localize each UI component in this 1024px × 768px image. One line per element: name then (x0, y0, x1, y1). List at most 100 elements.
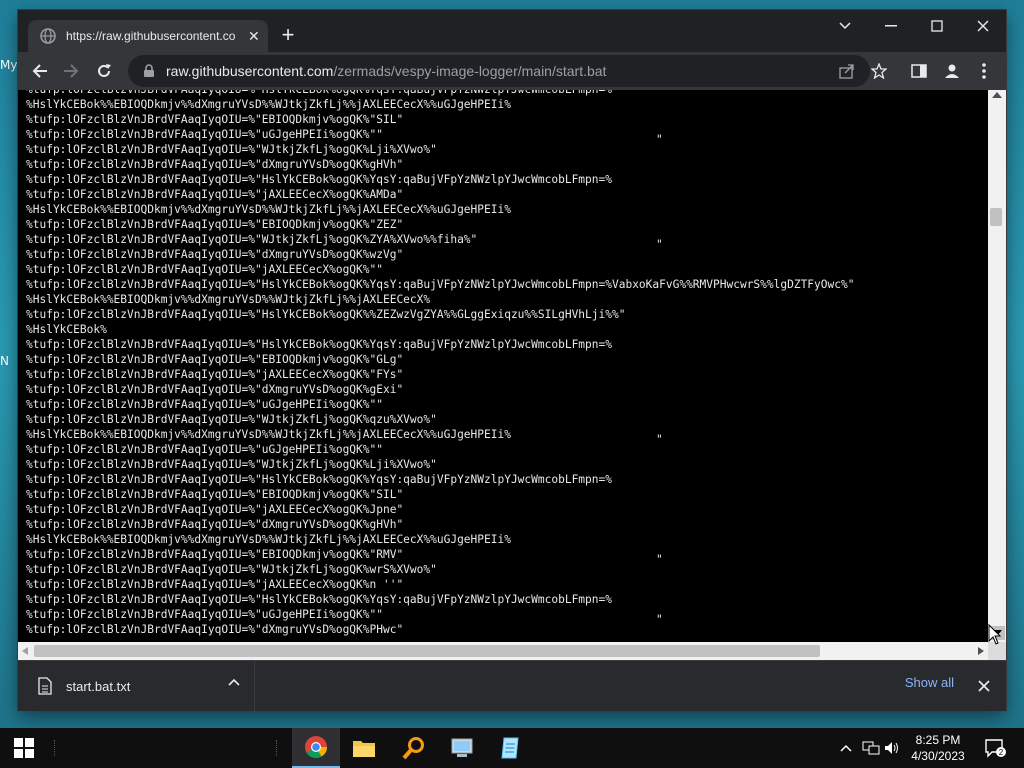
scroll-right-arrow-icon[interactable] (978, 647, 984, 655)
clock-date: 4/30/2023 (911, 749, 965, 763)
maximize-icon (931, 20, 943, 32)
code-line: %tufp:lOFzclBlzVnJBrdVFAaqIyqOIU=%"dXmgr… (26, 623, 404, 636)
close-window-button[interactable] (960, 10, 1006, 42)
title-bar: https://raw.githubusercontent.co ✕ + (18, 10, 1006, 52)
browser-tab[interactable]: https://raw.githubusercontent.co ✕ (28, 20, 268, 52)
address-bar[interactable]: raw.githubusercontent.com/zermads/vespy-… (128, 55, 870, 87)
code-line: %tufp:lOFzclBlzVnJBrdVFAaqIyqOIU=%"HslYk… (26, 473, 612, 486)
show-hidden-icons-button[interactable] (836, 728, 856, 768)
file-icon (38, 677, 52, 695)
action-center-button[interactable]: 2 (978, 728, 1012, 768)
code-line: %tufp:lOFzclBlzVnJBrdVFAaqIyqOIU=%"uGJge… (26, 443, 383, 456)
maximize-button[interactable] (914, 10, 960, 42)
chevron-up-icon[interactable] (228, 678, 240, 686)
notepad-icon (501, 737, 519, 759)
notification-count: 2 (999, 748, 1004, 757)
lock-icon[interactable] (142, 64, 156, 78)
globe-icon (40, 28, 56, 44)
stray-quote: " (656, 613, 663, 626)
download-filename: start.bat.txt (66, 678, 131, 694)
code-line: %tufp:lOFzclBlzVnJBrdVFAaqIyqOIU=%"WJtkj… (26, 413, 437, 426)
vertical-scroll-thumb[interactable] (990, 208, 1002, 226)
url-host: raw.githubusercontent.com (166, 63, 334, 79)
scroll-left-arrow-icon[interactable] (22, 647, 28, 655)
code-line: %HslYkCEBok%%EBIOQDkmjv%%dXmgruYVsD%%WJt… (26, 293, 431, 306)
tab-search-button[interactable] (822, 10, 868, 42)
code-line: %tufp:lOFzclBlzVnJBrdVFAaqIyqOIU=%"WJtkj… (26, 233, 478, 246)
horizontal-scroll-thumb[interactable] (34, 645, 820, 657)
code-line: %tufp:lOFzclBlzVnJBrdVFAaqIyqOIU=%"jAXLE… (26, 578, 404, 591)
chrome-icon (305, 736, 327, 758)
close-icon (978, 680, 990, 692)
clock-time: 8:25 PM (915, 733, 961, 747)
close-download-bar-button[interactable] (974, 676, 994, 696)
new-tab-button[interactable]: + (276, 22, 300, 48)
desktop-icon-label: My (0, 58, 18, 72)
code-line: %tufp:lOFzclBlzVnJBrdVFAaqIyqOIU=%"EBIOQ… (26, 353, 404, 366)
tab-close-icon[interactable]: ✕ (248, 28, 260, 45)
back-button[interactable] (27, 58, 53, 84)
profile-icon (945, 64, 959, 78)
code-line: %tufp:lOFzclBlzVnJBrdVFAaqIyqOIU=%"dXmgr… (26, 158, 404, 171)
code-line: %tufp:lOFzclBlzVnJBrdVFAaqIyqOIU=%"HslYk… (26, 593, 612, 606)
code-line: %tufp:lOFzclBlzVnJBrdVFAaqIyqOIU=%"EBIOQ… (26, 548, 404, 561)
browser-window: https://raw.githubusercontent.co ✕ + raw… (18, 10, 1006, 711)
code-line: %tufp:lOFzclBlzVnJBrdVFAaqIyqOIU=%"uGJge… (26, 608, 383, 621)
code-line: %tufp:lOFzclBlzVnJBrdVFAaqIyqOIU=%"dXmgr… (26, 518, 404, 531)
code-line: %tufp:lOFzclBlzVnJBrdVFAaqIyqOIU=%"uGJge… (26, 128, 383, 141)
taskbar-computer[interactable] (438, 728, 486, 768)
code-line: %tufp:lOFzclBlzVnJBrdVFAaqIyqOIU=%"jAXLE… (26, 263, 383, 276)
code-line: %HslYkCEBok% (26, 323, 107, 336)
code-line: %tufp:lOFzclBlzVnJBrdVFAaqIyqOIU=%"HslYk… (26, 338, 612, 351)
network-icon (862, 741, 880, 755)
minimize-icon (885, 25, 897, 27)
kebab-menu-icon (982, 63, 986, 79)
computer-icon (451, 738, 473, 757)
mouse-cursor-icon (988, 624, 1002, 645)
reload-button[interactable] (91, 58, 117, 84)
download-bar: start.bat.txt Show all (18, 660, 1006, 711)
download-item[interactable]: start.bat.txt (18, 661, 255, 711)
star-icon (871, 63, 887, 79)
taskbar-separator (276, 740, 279, 756)
code-line: %tufp:lOFzclBlzVnJBrdVFAaqIyqOIU=%"HslYk… (26, 278, 855, 291)
windows-start-icon[interactable] (14, 738, 34, 758)
close-icon (977, 20, 989, 32)
code-line: %tufp:lOFzclBlzVnJBrdVFAaqIyqOIU=%"HslYk… (26, 90, 612, 96)
profile-button[interactable] (943, 62, 961, 80)
network-button[interactable] (860, 728, 882, 768)
system-clock[interactable]: 8:25 PM 4/30/2023 (902, 732, 974, 764)
taskbar-chrome[interactable] (292, 728, 340, 768)
vertical-scrollbar[interactable] (988, 90, 1006, 642)
taskbar-search-tool[interactable] (390, 728, 438, 768)
code-line: %tufp:lOFzclBlzVnJBrdVFAaqIyqOIU=%"dXmgr… (26, 383, 404, 396)
scroll-up-arrow-icon[interactable] (992, 92, 1002, 98)
share-button[interactable] (838, 62, 856, 80)
forward-button[interactable] (58, 58, 84, 84)
notification-icon: 2 (985, 739, 1006, 758)
menu-button[interactable] (975, 62, 993, 80)
chevron-down-icon (839, 22, 851, 30)
code-line: %tufp:lOFzclBlzVnJBrdVFAaqIyqOIU=%"WJtkj… (26, 563, 437, 576)
stray-quote: " (656, 433, 663, 446)
horizontal-scrollbar[interactable] (18, 642, 988, 660)
code-line: %tufp:lOFzclBlzVnJBrdVFAaqIyqOIU=%"jAXLE… (26, 188, 404, 201)
back-arrow-icon (32, 64, 47, 78)
bookmark-button[interactable] (870, 62, 888, 80)
stray-quote: " (656, 238, 663, 251)
search-magnifier-icon (402, 737, 424, 760)
taskbar-file-explorer[interactable] (340, 728, 388, 768)
code-line: %tufp:lOFzclBlzVnJBrdVFAaqIyqOIU=%"jAXLE… (26, 503, 404, 516)
batch-file-text: %tufp:lOFzclBlzVnJBrdVFAaqIyqOIU=%"HslYk… (26, 90, 854, 637)
code-line: %HslYkCEBok%%EBIOQDkmjv%%dXmgruYVsD%%WJt… (26, 533, 511, 546)
taskbar-notepad[interactable] (486, 728, 534, 768)
code-line: %tufp:lOFzclBlzVnJBrdVFAaqIyqOIU=%"uGJge… (26, 398, 383, 411)
minimize-button[interactable] (868, 10, 914, 42)
code-line: %tufp:lOFzclBlzVnJBrdVFAaqIyqOIU=%"HslYk… (26, 308, 626, 321)
volume-button[interactable] (882, 728, 902, 768)
show-all-button[interactable]: Show all (905, 675, 954, 690)
tab-title: https://raw.githubusercontent.co (66, 29, 236, 43)
side-panel-button[interactable] (910, 62, 928, 80)
desktop-icon-label: N (0, 354, 9, 368)
side-panel-icon (911, 64, 927, 78)
